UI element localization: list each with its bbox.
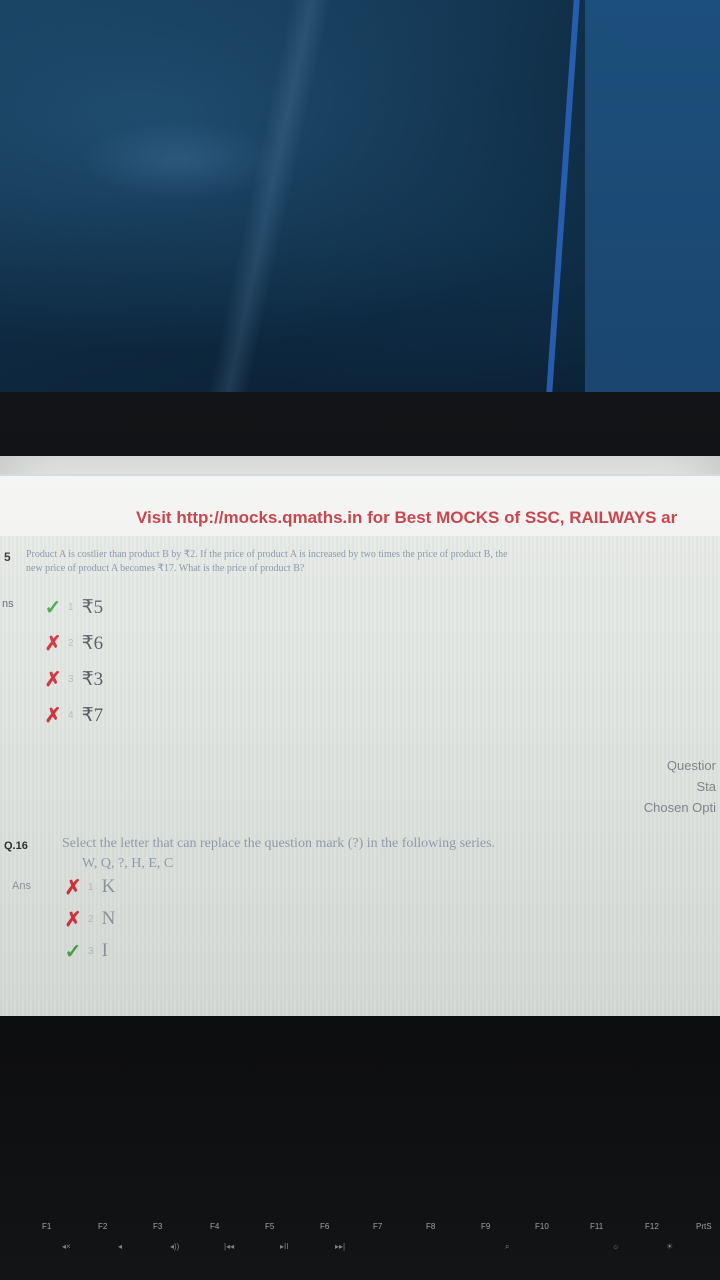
key-f8[interactable]: F8 <box>426 1222 435 1231</box>
background-cloth <box>0 0 720 392</box>
cross-icon: ✗ <box>44 668 62 691</box>
key-f2[interactable]: F2 <box>98 1222 107 1231</box>
key-f10[interactable]: F10 <box>535 1222 549 1231</box>
key-f7[interactable]: F7 <box>373 1222 382 1231</box>
option-value: ₹3 <box>81 668 104 690</box>
answer-option[interactable]: ✗ 1 K <box>62 874 116 900</box>
search-icon: ⌕ <box>505 1242 510 1251</box>
option-value: ₹6 <box>81 632 104 654</box>
question-id-label: Questior <box>666 758 716 773</box>
answer-label: Ans <box>12 880 31 892</box>
option-number: 4 <box>68 709 74 721</box>
banner: Visit http://mocks.qmaths.in for Best MO… <box>0 474 720 537</box>
option-value: I <box>101 940 108 961</box>
brightness-down-icon: ☼ <box>612 1242 620 1251</box>
cloth-fold <box>80 120 280 200</box>
cross-icon: ✗ <box>44 632 62 655</box>
key-f12[interactable]: F12 <box>645 1222 659 1231</box>
keyboard-function-row: F1 F2 F3 F4 F5 F6 F7 F8 F9 F10 F11 F12 P… <box>0 1180 720 1280</box>
key-prtsc[interactable]: PrtS <box>696 1222 712 1231</box>
key-f9[interactable]: F9 <box>481 1222 490 1231</box>
mute-icon: ◂× <box>62 1242 71 1251</box>
laptop-screen: Visit http://mocks.qmaths.in for Best MO… <box>0 456 720 1016</box>
option-number: 1 <box>88 881 94 893</box>
answer-option[interactable]: ✗ 2 N <box>62 906 116 932</box>
option-value: ₹7 <box>81 704 104 726</box>
answer-option[interactable]: ✗ 4 ₹7 <box>42 702 104 728</box>
cross-icon: ✗ <box>64 908 82 931</box>
question-series: W, Q, ?, H, E, C <box>82 856 174 871</box>
answer-option[interactable]: ✓ 3 I <box>62 938 108 964</box>
cloth-edge <box>546 0 580 392</box>
brightness-up-icon: ☀ <box>666 1242 674 1251</box>
option-value: N <box>101 908 116 929</box>
question-number: 5 <box>4 550 11 564</box>
cloth-panel <box>585 0 720 392</box>
play-pause-icon: ▸II <box>280 1242 289 1251</box>
check-icon: ✓ <box>44 596 62 619</box>
question-text-line: Product A is costlier than product B by … <box>26 549 508 560</box>
key-f6[interactable]: F6 <box>320 1222 329 1231</box>
option-number: 2 <box>88 913 94 925</box>
question-number: Q.16 <box>4 840 28 852</box>
option-number: 2 <box>68 637 74 649</box>
answer-option[interactable]: ✓ 1 ₹5 <box>42 594 104 620</box>
key-f5[interactable]: F5 <box>265 1222 274 1231</box>
option-value: ₹5 <box>81 596 104 618</box>
volume-down-icon: ◂ <box>118 1242 123 1251</box>
answer-option[interactable]: ✗ 3 ₹3 <box>42 666 104 692</box>
option-number: 3 <box>88 945 94 957</box>
question-text: Product A is costlier than product B by … <box>26 548 716 576</box>
key-f1[interactable]: F1 <box>42 1222 51 1231</box>
option-value: K <box>101 876 116 897</box>
answer-label: ns <box>2 598 14 610</box>
question-text: Select the letter that can replace the q… <box>62 836 496 851</box>
key-f4[interactable]: F4 <box>210 1222 219 1231</box>
chosen-option-label: Chosen Opti <box>643 800 716 815</box>
option-number: 1 <box>68 601 74 613</box>
question-content: 5 Product A is costlier than product B b… <box>0 536 720 1016</box>
question-text-line: new price of product A becomes ₹17. What… <box>26 563 305 574</box>
key-f3[interactable]: F3 <box>153 1222 162 1231</box>
key-f11[interactable]: F11 <box>590 1222 603 1231</box>
banner-link[interactable]: Visit http://mocks.qmaths.in for Best MO… <box>136 508 677 528</box>
status-label: Sta <box>696 779 716 794</box>
option-number: 3 <box>68 673 74 685</box>
check-icon: ✓ <box>64 940 82 963</box>
cross-icon: ✗ <box>64 876 82 899</box>
next-track-icon: ▸▸| <box>335 1242 346 1251</box>
previous-track-icon: |◂◂ <box>224 1242 235 1251</box>
cross-icon: ✗ <box>44 704 62 727</box>
volume-up-icon: ◂)) <box>170 1242 180 1251</box>
answer-option[interactable]: ✗ 2 ₹6 <box>42 630 104 656</box>
